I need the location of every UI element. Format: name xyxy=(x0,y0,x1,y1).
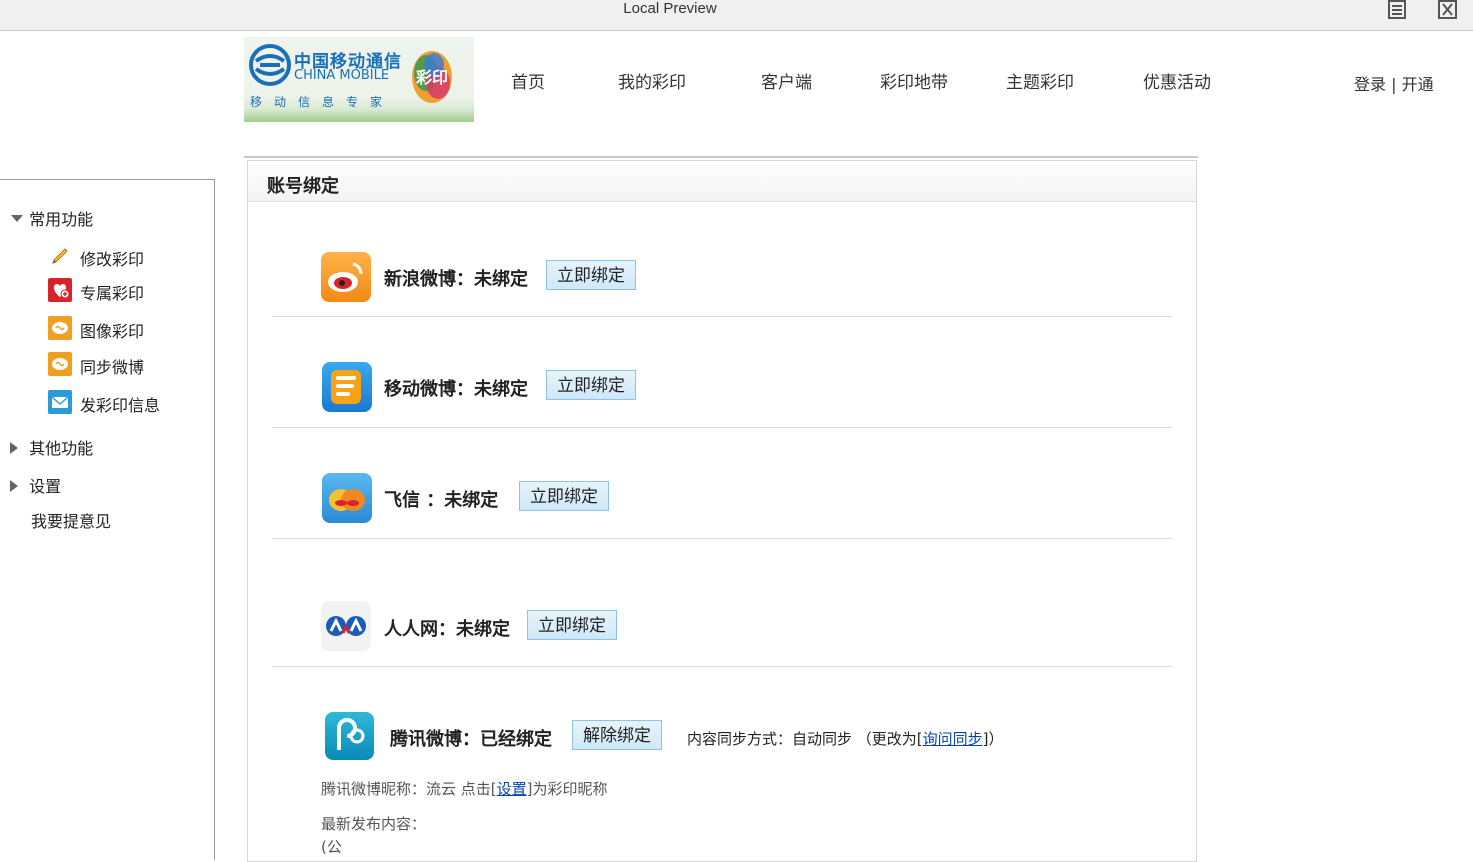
triangle-right-icon xyxy=(10,480,18,492)
window-title: Local Preview xyxy=(623,0,717,17)
sidebar-feedback[interactable]: 我要提意见 xyxy=(31,508,111,532)
row-divider xyxy=(272,427,1172,428)
sina-weibo-icon xyxy=(321,252,371,302)
svg-text:彩印: 彩印 xyxy=(415,68,448,87)
panel-title: 账号绑定 xyxy=(267,176,339,197)
nav-theme-caiyin[interactable]: 主题彩印 xyxy=(1006,68,1074,93)
sidebar-group-other[interactable]: 其他功能 xyxy=(8,435,93,459)
auth-links: 登录 | 开通 xyxy=(1354,71,1434,95)
service-name-mobile-weibo: 移动微博：未绑定 xyxy=(384,379,528,400)
service-name-tencent: 腾讯微博：已经绑定 xyxy=(390,729,552,750)
china-mobile-logo[interactable]: 中国移动通信 CHINA MOBILE 移动信息专家 彩印 xyxy=(244,37,474,122)
triangle-right-icon xyxy=(10,442,18,454)
sidebar: 常用功能 修改彩印 专属彩印 图像彩印 同步微博 发彩印信息 其他功能 设置 我… xyxy=(0,179,215,860)
brain-bubble-icon xyxy=(48,316,72,340)
row-divider xyxy=(272,538,1172,539)
caiyin-badge-icon: 彩印 xyxy=(410,43,454,105)
ask-sync-link[interactable]: 询问同步 xyxy=(923,730,983,748)
logo-slogan: 移动信息专家 xyxy=(250,95,395,109)
service-name-fetion: 飞信 ：未绑定 xyxy=(384,490,499,511)
close-icon[interactable] xyxy=(1436,0,1460,20)
unbind-tencent-button[interactable]: 解除绑定 xyxy=(572,720,662,750)
latest-post-content: (公 xyxy=(321,838,342,856)
row-divider xyxy=(272,666,1172,667)
mobile-weibo-icon xyxy=(322,362,372,412)
panel-header: 账号绑定 xyxy=(248,161,1196,202)
sync-mode-text: 内容同步方式：自动同步 （更改为[询问同步]） xyxy=(687,730,1004,748)
tencent-nickname-text: 腾讯微博昵称：流云 点击[设置]为彩印昵称 xyxy=(321,780,608,798)
sidebar-group-settings[interactable]: 设置 xyxy=(8,473,61,497)
fetion-icon xyxy=(322,473,372,523)
logo-english-name: CHINA MOBILE xyxy=(294,68,390,83)
nav-my-caiyin[interactable]: 我的彩印 xyxy=(618,68,686,93)
latest-post-label: 最新发布内容： xyxy=(321,815,427,833)
nav-caiyin-zone[interactable]: 彩印地带 xyxy=(880,68,948,93)
bind-sina-button[interactable]: 立即绑定 xyxy=(546,260,636,290)
nav-client[interactable]: 客户端 xyxy=(761,68,812,93)
triangle-down-icon xyxy=(11,215,23,222)
pencil-icon xyxy=(52,248,68,264)
bind-renren-button[interactable]: 立即绑定 xyxy=(527,610,617,640)
nav-promotions[interactable]: 优惠活动 xyxy=(1143,68,1211,93)
bind-mobile-weibo-button[interactable]: 立即绑定 xyxy=(546,370,636,400)
china-mobile-emblem-icon xyxy=(249,44,291,86)
envelope-icon xyxy=(48,390,72,414)
list-icon[interactable] xyxy=(1386,0,1410,20)
window-titlebar: Local Preview xyxy=(0,0,1473,31)
service-name-renren: 人人网：未绑定 xyxy=(384,619,510,640)
bind-fetion-button[interactable]: 立即绑定 xyxy=(519,481,609,511)
login-link[interactable]: 登录 xyxy=(1354,75,1386,94)
open-link[interactable]: 开通 xyxy=(1402,75,1434,94)
nav-home[interactable]: 首页 xyxy=(511,68,545,93)
auth-separator: | xyxy=(1391,75,1397,94)
tencent-weibo-icon xyxy=(325,712,374,760)
row-divider xyxy=(272,316,1172,317)
sidebar-group-common[interactable]: 常用功能 xyxy=(10,206,93,230)
service-name-sina: 新浪微博：未绑定 xyxy=(384,269,528,290)
renren-icon xyxy=(321,601,371,651)
panel-top-rule xyxy=(244,156,1198,158)
brain-bubble-icon xyxy=(48,352,72,376)
heart-plus-icon xyxy=(48,278,72,302)
set-nickname-link[interactable]: 设置 xyxy=(497,780,527,798)
